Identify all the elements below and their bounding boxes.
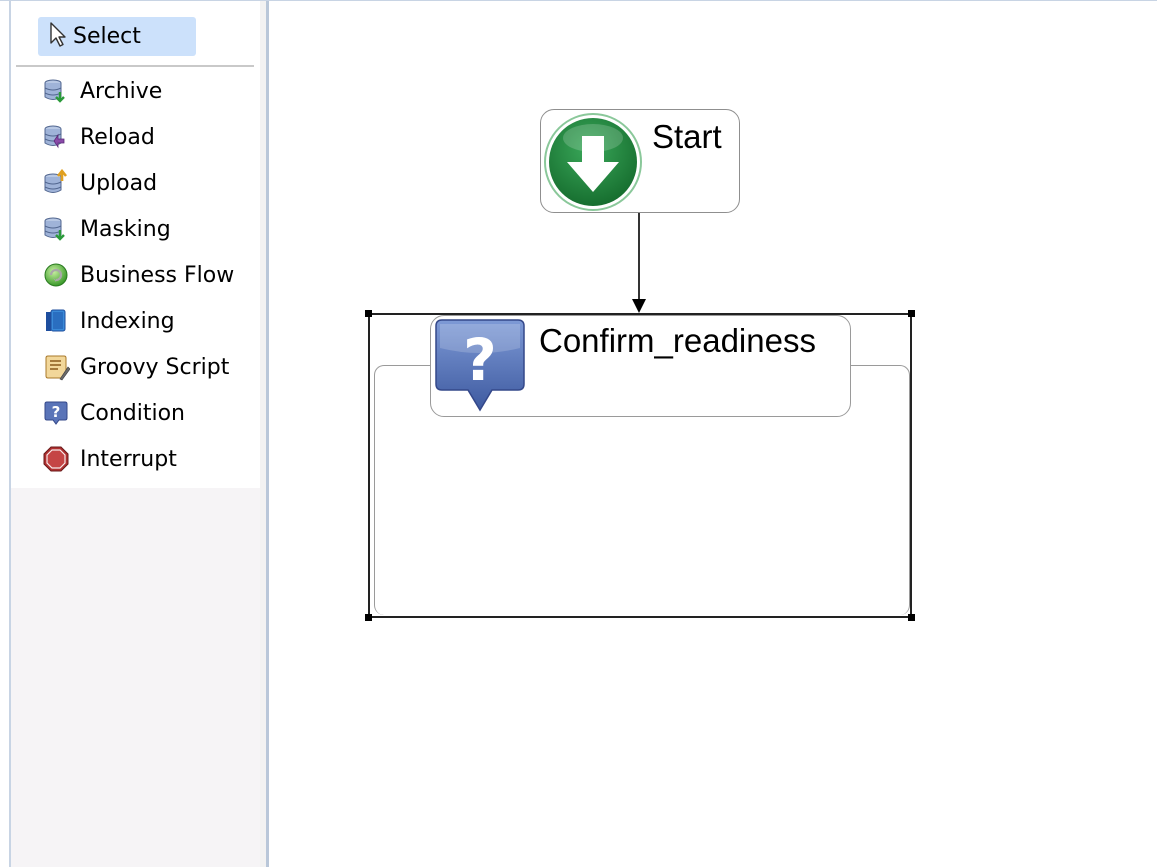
- select-tool[interactable]: Select: [38, 17, 196, 56]
- palette-item-archive[interactable]: Archive: [39, 74, 162, 108]
- palette-item-label: Upload: [80, 170, 158, 196]
- condition-node-label: Confirm_readiness: [539, 322, 816, 359]
- palette-item-upload[interactable]: Upload: [39, 166, 157, 200]
- upload-db-icon: [39, 166, 73, 200]
- palette-item-condition[interactable]: ? Condition: [39, 396, 185, 430]
- palette-divider: [16, 65, 254, 67]
- resize-handle-bottom-left[interactable]: [365, 614, 372, 621]
- business-flow-icon: [39, 258, 73, 292]
- resize-handle-bottom-right[interactable]: [908, 614, 915, 621]
- condition-icon: ?: [39, 396, 73, 430]
- palette-item-reload[interactable]: Reload: [39, 120, 155, 154]
- interrupt-icon: [39, 442, 73, 476]
- palette-item-label: Groovy Script: [80, 354, 230, 380]
- palette-item-label: Reload: [80, 124, 155, 150]
- palette-item-label: Archive: [80, 78, 163, 104]
- select-tool-label: Select: [73, 24, 141, 49]
- question-icon: ?: [434, 318, 526, 414]
- pointer-icon: [49, 21, 67, 52]
- workflow-editor: Select Archive Reload Upload Masking Bus…: [0, 0, 1157, 867]
- svg-text:?: ?: [52, 403, 61, 421]
- diagram-canvas[interactable]: Start ? Confirm_readiness: [269, 1, 1157, 867]
- script-icon: [39, 350, 73, 384]
- palette-item-masking[interactable]: Masking: [39, 212, 171, 246]
- palette-item-label: Indexing: [80, 308, 175, 334]
- reload-db-icon: [39, 120, 73, 154]
- palette-item-indexing[interactable]: Indexing: [39, 304, 175, 338]
- start-node[interactable]: Start: [540, 109, 740, 213]
- palette-item-business-flow[interactable]: Business Flow: [39, 258, 234, 292]
- tool-palette: Select Archive Reload Upload Masking Bus…: [11, 1, 260, 867]
- svg-text:?: ?: [463, 326, 497, 394]
- masking-db-icon: [39, 212, 73, 246]
- resize-handle-top-right[interactable]: [908, 310, 915, 317]
- start-node-label: Start: [652, 118, 722, 155]
- start-arrow-icon: [543, 112, 643, 212]
- indexing-icon: [39, 304, 73, 338]
- archive-db-icon: [39, 74, 73, 108]
- palette-item-label: Interrupt: [80, 446, 177, 472]
- palette-item-groovy-script[interactable]: Groovy Script: [39, 350, 229, 384]
- palette-item-label: Business Flow: [80, 262, 235, 288]
- resize-handle-top-left[interactable]: [365, 310, 372, 317]
- palette-item-interrupt[interactable]: Interrupt: [39, 442, 177, 476]
- condition-node[interactable]: ? Confirm_readiness: [430, 315, 851, 417]
- palette-item-label: Condition: [80, 400, 185, 426]
- palette-item-label: Masking: [80, 216, 171, 242]
